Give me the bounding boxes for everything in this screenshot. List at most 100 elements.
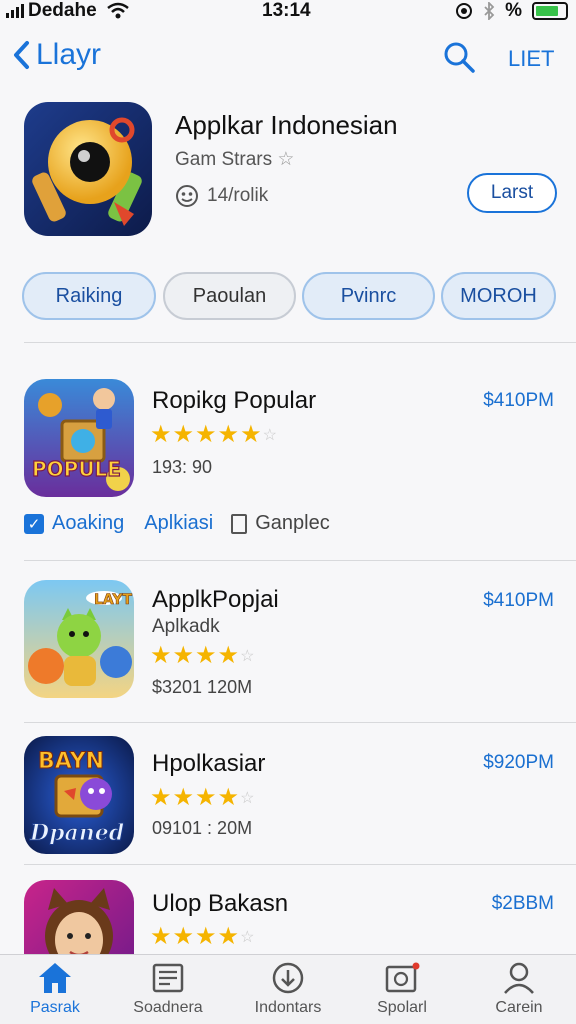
star-outline-icon: ☆ (277, 149, 295, 170)
hero-meta: 14/rolik (175, 184, 268, 208)
star-outline-icon: ☆ (240, 647, 255, 665)
nav-bar: Llayr LIET (0, 38, 576, 82)
app-name-3[interactable]: Hpolkasiar (152, 750, 265, 778)
hero-app-icon[interactable] (24, 102, 152, 236)
battery-percent: % (505, 0, 522, 21)
tab-label: Pasrak (30, 999, 80, 1016)
hero-subtitle-text: Gam Strars (175, 149, 273, 170)
back-button[interactable]: Llayr (12, 38, 101, 72)
star-outline-icon: ☆ (240, 789, 255, 807)
status-right: % (455, 0, 568, 22)
app-icon-1[interactable]: POPULE (24, 379, 134, 497)
star-icon: ★ (172, 421, 195, 448)
star-icon: ★ (150, 923, 172, 950)
tag-aoaking[interactable]: ✓ Aoaking (24, 512, 124, 535)
pill-ranking[interactable]: Raiking (22, 272, 156, 320)
signal-icon (6, 4, 24, 18)
row-divider (24, 722, 576, 723)
rating-stars-3: ★ ★ ★ ★ ☆ (150, 783, 254, 812)
row-divider (24, 864, 576, 865)
app-name-1[interactable]: Ropikg Popular (152, 387, 316, 415)
app-meta-1: 193: 90 (152, 457, 213, 477)
tab-news[interactable]: Soadnera (113, 961, 223, 1017)
rating-stars-1: ★ ★ ★ ★ ★ ☆ (150, 420, 277, 449)
star-icon: ★ (217, 642, 240, 669)
app-subtitle-2: Aplkadk (152, 616, 220, 637)
tag-label: Aplkiasi (144, 512, 214, 534)
tag-label: Ganplec (255, 512, 330, 534)
tag-ganplec[interactable]: Ganplec (231, 512, 330, 535)
app-price-2: $410PM (483, 590, 554, 611)
app-icon-3-text: BAYN (38, 749, 104, 774)
star-icon: ★ (150, 642, 172, 669)
app-icon-2-text: LAYT (94, 592, 133, 608)
download-icon (272, 962, 304, 994)
home-icon (39, 963, 71, 993)
tab-bar: Pasrak Soadnera Indontars Spolarl Carein (0, 954, 576, 1024)
tab-label: Indontars (254, 999, 322, 1016)
star-icon: ★ (217, 923, 240, 950)
section-divider (24, 342, 576, 343)
star-icon: ★ (195, 421, 217, 448)
star-icon: ★ (217, 421, 240, 448)
star-icon: ★ (150, 421, 172, 448)
star-outline-icon: ☆ (240, 928, 255, 946)
status-time: 13:14 (262, 0, 311, 21)
app-meta-2: $3201 120M (152, 677, 253, 697)
app-icon-2[interactable]: LAYT (24, 580, 134, 698)
app-icon-3-text-2: Dpaned (29, 820, 124, 846)
hero-meta-text: 14/rolik (207, 185, 269, 206)
chevron-left-icon (14, 41, 29, 69)
app-name-2[interactable]: ApplkPopjai (152, 586, 279, 614)
tab-profile[interactable]: Carein (464, 961, 574, 1017)
app-icon-3[interactable]: BAYN Dpaned (24, 736, 134, 854)
tab-label: Soadnera (133, 999, 203, 1016)
star-icon: ★ (150, 784, 172, 811)
star-icon: ★ (172, 923, 195, 950)
back-label: Llayr (36, 38, 102, 71)
star-outline-icon: ☆ (262, 426, 277, 444)
star-icon: ★ (172, 642, 195, 669)
app-meta-3: 09101 : 20M (152, 818, 253, 838)
pill-premium[interactable]: Pvinrc (302, 272, 435, 320)
star-icon: ★ (195, 642, 217, 669)
tag-aplkiasi[interactable]: Aplkiasi (144, 512, 213, 535)
star-icon: ★ (172, 784, 195, 811)
face-icon (176, 185, 198, 207)
person-icon (504, 962, 534, 994)
status-left: Dedahe (6, 0, 129, 22)
star-icon: ★ (217, 784, 240, 811)
app-name-4[interactable]: Ulop Bakasn (152, 890, 288, 918)
rating-stars-4: ★ ★ ★ ★ ☆ (150, 922, 254, 951)
carrier-label: Dedahe (28, 0, 97, 21)
document-icon (231, 513, 248, 534)
tab-home[interactable]: Pasrak (0, 961, 110, 1017)
app-price-3: $920PM (483, 752, 554, 773)
list-button[interactable]: LIET (508, 46, 554, 72)
media-icon (385, 962, 420, 993)
row-divider (24, 560, 576, 561)
search-icon[interactable] (442, 40, 476, 74)
app-price-4: $2BBM (491, 893, 554, 914)
tab-label: Spolarl (377, 999, 427, 1016)
battery-icon (532, 2, 568, 20)
tab-downloads[interactable]: Indontars (233, 961, 343, 1017)
checkbox-checked-icon[interactable]: ✓ (24, 513, 44, 534)
tag-label: Aoaking (52, 512, 125, 534)
rating-stars-2: ★ ★ ★ ★ ☆ (150, 641, 254, 670)
pill-more[interactable]: MOROH (441, 272, 556, 320)
bluetooth-icon (484, 2, 495, 20)
tab-media[interactable]: Spolarl (347, 961, 457, 1017)
orientation-lock-icon (456, 3, 473, 19)
star-icon: ★ (195, 923, 217, 950)
tab-label: Carein (495, 999, 543, 1016)
pill-popular[interactable]: Paoulan (163, 272, 296, 320)
app-icon-1-text: POPULE (32, 457, 121, 481)
star-half-icon: ★ (240, 421, 262, 448)
app-price-1: $410PM (483, 390, 554, 411)
hero-subtitle: Gam Strars ☆ (175, 148, 294, 171)
newspaper-icon (152, 963, 184, 993)
hero-title: Applkar Indonesian (175, 110, 398, 140)
star-icon: ★ (195, 784, 217, 811)
install-button[interactable]: Larst (467, 173, 557, 213)
